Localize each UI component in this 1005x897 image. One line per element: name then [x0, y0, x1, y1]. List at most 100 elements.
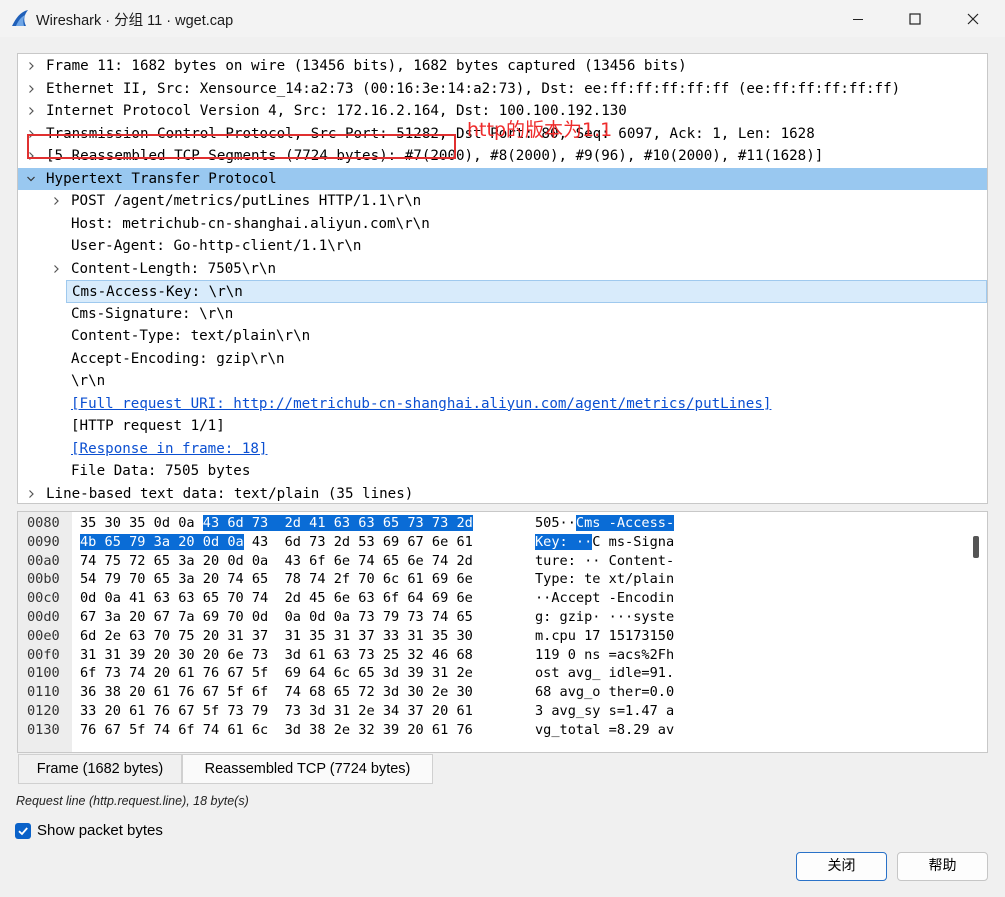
byte-hex[interactable]: 74 75 72 65 3a 20 0d 0a 43 6f 6e 74 65 6… [80, 552, 473, 571]
wireshark-fin-icon [12, 10, 28, 26]
tab-reassembled-tcp[interactable]: Reassembled TCP (7724 bytes) [182, 754, 433, 784]
tree-row[interactable]: Content-Type: text/plain\r\n [18, 325, 987, 348]
byte-hex[interactable]: 67 3a 20 67 7a 69 70 0d 0a 0d 0a 73 79 7… [80, 608, 473, 627]
ascii-segment: vg_total =8.29 av [535, 721, 675, 738]
tree-row-label: Content-Length: 7505\r\n [71, 260, 276, 277]
minimize-button[interactable] [829, 0, 887, 37]
close-window-button[interactable] [944, 0, 1002, 37]
byte-line[interactable]: 0130 76 67 5f 74 6f 74 61 6c 3d 38 2e 32 … [18, 721, 958, 740]
byte-ascii[interactable]: vg_total =8.29 av [535, 721, 674, 740]
chevron-right-icon[interactable] [24, 78, 38, 100]
tab-frame[interactable]: Frame (1682 bytes) [18, 754, 182, 784]
tree-row-label: Host: metrichub-cn-shanghai.aliyun.com\r… [71, 215, 430, 232]
byte-ascii[interactable]: 68 avg_o ther=0.0 [535, 683, 674, 702]
tree-row[interactable]: Frame 11: 1682 bytes on wire (13456 bits… [18, 55, 987, 78]
byte-offset: 00f0 [27, 646, 60, 663]
byte-line[interactable]: 00c0 0d 0a 41 63 63 65 70 74 2d 45 6e 63 … [18, 589, 958, 608]
close-button[interactable]: 关闭 [796, 852, 887, 881]
tree-row-label: Frame 11: 1682 bytes on wire (13456 bits… [46, 58, 687, 74]
tree-row[interactable]: Line-based text data: text/plain (35 lin… [18, 483, 987, 504]
show-packet-bytes-label[interactable]: Show packet bytes [37, 822, 163, 839]
field-status-line: Request line (http.request.line), 18 byt… [16, 794, 249, 808]
byte-line[interactable]: 0100 6f 73 74 20 61 76 67 5f 69 64 6c 65 … [18, 664, 958, 683]
hex-segment: 36 38 20 61 76 67 5f 6f 74 68 65 72 3d 3… [80, 684, 473, 701]
byte-hex[interactable]: 36 38 20 61 76 67 5f 6f 74 68 65 72 3d 3… [80, 683, 473, 702]
tree-row[interactable]: Accept-Encoding: gzip\r\n [18, 348, 987, 371]
hex-segment: 0d 0a 41 63 63 65 70 74 2d 45 6e 63 6f 6… [80, 590, 473, 607]
byte-ascii[interactable]: g: gzip· ···syste [535, 608, 674, 627]
byte-hex[interactable]: 6f 73 74 20 61 76 67 5f 69 64 6c 65 3d 3… [80, 664, 473, 683]
byte-hex[interactable]: 31 31 39 20 30 20 6e 73 3d 61 63 73 25 3… [80, 646, 473, 665]
title-bar: Wireshark · 分组 11 · wget.cap [0, 0, 1005, 37]
ascii-selected-segment: Cms -Access- [575, 515, 675, 531]
byte-line[interactable]: 00d0 67 3a 20 67 7a 69 70 0d 0a 0d 0a 73 … [18, 608, 958, 627]
ascii-segment: Type: te xt/plain [535, 571, 675, 588]
byte-ascii[interactable]: 3 avg_sy s=1.47 a [535, 702, 674, 721]
byte-ascii[interactable]: Key: ··C ms-Signa [535, 533, 674, 552]
byte-line[interactable]: 0110 36 38 20 61 76 67 5f 6f 74 68 65 72 … [18, 683, 958, 702]
annotation-text: http的版本为1.1 [467, 119, 613, 141]
tree-row[interactable]: [HTTP request 1/1] [18, 415, 987, 438]
tree-row-label: Line-based text data: text/plain (35 lin… [46, 485, 414, 502]
tree-row-label: User-Agent: Go-http-client/1.1\r\n [71, 238, 362, 254]
tree-row-link[interactable]: [Response in frame: 18] [71, 438, 267, 461]
tree-row[interactable]: Host: metrichub-cn-shanghai.aliyun.com\r… [18, 213, 987, 236]
tree-row[interactable]: [Full request URI: http://metrichub-cn-s… [18, 393, 987, 416]
tree-row[interactable]: User-Agent: Go-http-client/1.1\r\n [18, 235, 987, 258]
byte-line[interactable]: 00e0 6d 2e 63 70 75 20 31 37 31 35 31 37 … [18, 627, 958, 646]
hex-segment: 35 30 35 0d 0a [80, 515, 203, 531]
byte-offset: 0120 [27, 703, 60, 719]
byte-ascii[interactable]: m.cpu 17 15173150 [535, 627, 674, 646]
chevron-right-icon[interactable] [49, 190, 63, 212]
tree-row[interactable]: POST /agent/metrics/putLines HTTP/1.1\r\… [18, 190, 987, 213]
ascii-segment: 68 avg_o ther=0.0 [535, 684, 675, 701]
tree-row[interactable]: Cms-Signature: \r\n [18, 303, 987, 326]
byte-line[interactable]: 00b0 54 79 70 65 3a 20 74 65 78 74 2f 70 … [18, 570, 958, 589]
tree-row[interactable]: File Data: 7505 bytes [18, 460, 987, 483]
byte-offset: 0080 [27, 515, 60, 531]
hex-segment: 67 3a 20 67 7a 69 70 0d 0a 0d 0a 73 79 7… [80, 609, 473, 625]
byte-hex[interactable]: 0d 0a 41 63 63 65 70 74 2d 45 6e 63 6f 6… [80, 589, 473, 608]
byte-hex[interactable]: 35 30 35 0d 0a 43 6d 73 2d 41 63 63 65 7… [80, 514, 473, 533]
byte-hex[interactable]: 33 20 61 76 67 5f 73 79 73 3d 31 2e 34 3… [80, 702, 473, 721]
chevron-right-icon[interactable] [24, 55, 38, 77]
byte-hex[interactable]: 76 67 5f 74 6f 74 61 6c 3d 38 2e 32 39 2… [80, 721, 473, 740]
byte-ascii[interactable]: ··Accept -Encodin [535, 589, 674, 608]
byte-line[interactable]: 00f0 31 31 39 20 30 20 6e 73 3d 61 63 73 … [18, 646, 958, 665]
tree-row[interactable]: Ethernet II, Src: Xensource_14:a2:73 (00… [18, 78, 987, 101]
byte-hex[interactable]: 6d 2e 63 70 75 20 31 37 31 35 31 37 33 3… [80, 627, 473, 646]
close-icon [967, 13, 979, 24]
ascii-segment: ture: ·· Content- [535, 552, 675, 569]
packet-bytes-pane[interactable]: 0080 35 30 35 0d 0a 43 6d 73 2d 41 63 63 … [17, 511, 988, 753]
tree-row[interactable]: [Response in frame: 18] [18, 438, 987, 461]
chevron-right-icon[interactable] [24, 483, 38, 504]
byte-line[interactable]: 0090 4b 65 79 3a 20 0d 0a 43 6d 73 2d 53 … [18, 533, 958, 552]
byte-line[interactable]: 0120 33 20 61 76 67 5f 73 79 73 3d 31 2e … [18, 702, 958, 721]
byte-ascii[interactable]: 119 0 ns =acs%2Fh [535, 646, 674, 665]
byte-ascii[interactable]: Type: te xt/plain [535, 570, 674, 589]
hex-segment: 74 75 72 65 3a 20 0d 0a 43 6f 6e 74 65 6… [80, 552, 473, 569]
tree-row[interactable]: \r\n [18, 370, 987, 393]
chevron-down-icon[interactable] [24, 168, 38, 190]
chevron-right-icon[interactable] [24, 100, 38, 122]
tree-row[interactable]: Hypertext Transfer Protocol [18, 167, 987, 190]
chevron-right-icon[interactable] [49, 258, 63, 280]
byte-ascii[interactable]: 505··Cms -Access- [535, 514, 675, 533]
scrollbar-thumb[interactable] [973, 536, 979, 558]
maximize-button[interactable] [886, 0, 944, 37]
byte-ascii[interactable]: ture: ·· Content- [535, 552, 674, 571]
byte-line[interactable]: 00a0 74 75 72 65 3a 20 0d 0a 43 6f 6e 74 … [18, 552, 958, 571]
help-button[interactable]: 帮助 [897, 852, 988, 881]
tree-row-link[interactable]: [Full request URI: http://metrichub-cn-s… [71, 393, 771, 416]
ascii-segment: 505·· [535, 515, 576, 531]
tree-row[interactable]: Content-Length: 7505\r\n [18, 258, 987, 281]
tree-row-label: \r\n [71, 373, 106, 389]
tree-row[interactable]: Cms-Access-Key: \r\n [66, 280, 987, 303]
byte-hex[interactable]: 54 79 70 65 3a 20 74 65 78 74 2f 70 6c 6… [80, 570, 473, 589]
byte-hex[interactable]: 4b 65 79 3a 20 0d 0a 43 6d 73 2d 53 69 6… [80, 533, 473, 552]
byte-offset: 00c0 [27, 590, 60, 607]
show-packet-bytes-checkbox[interactable] [15, 823, 31, 839]
byte-ascii[interactable]: ost avg_ idle=91. [535, 664, 674, 683]
byte-line[interactable]: 0080 35 30 35 0d 0a 43 6d 73 2d 41 63 63 … [18, 514, 958, 533]
window-title: Wireshark · 分组 11 · wget.cap [36, 13, 234, 29]
